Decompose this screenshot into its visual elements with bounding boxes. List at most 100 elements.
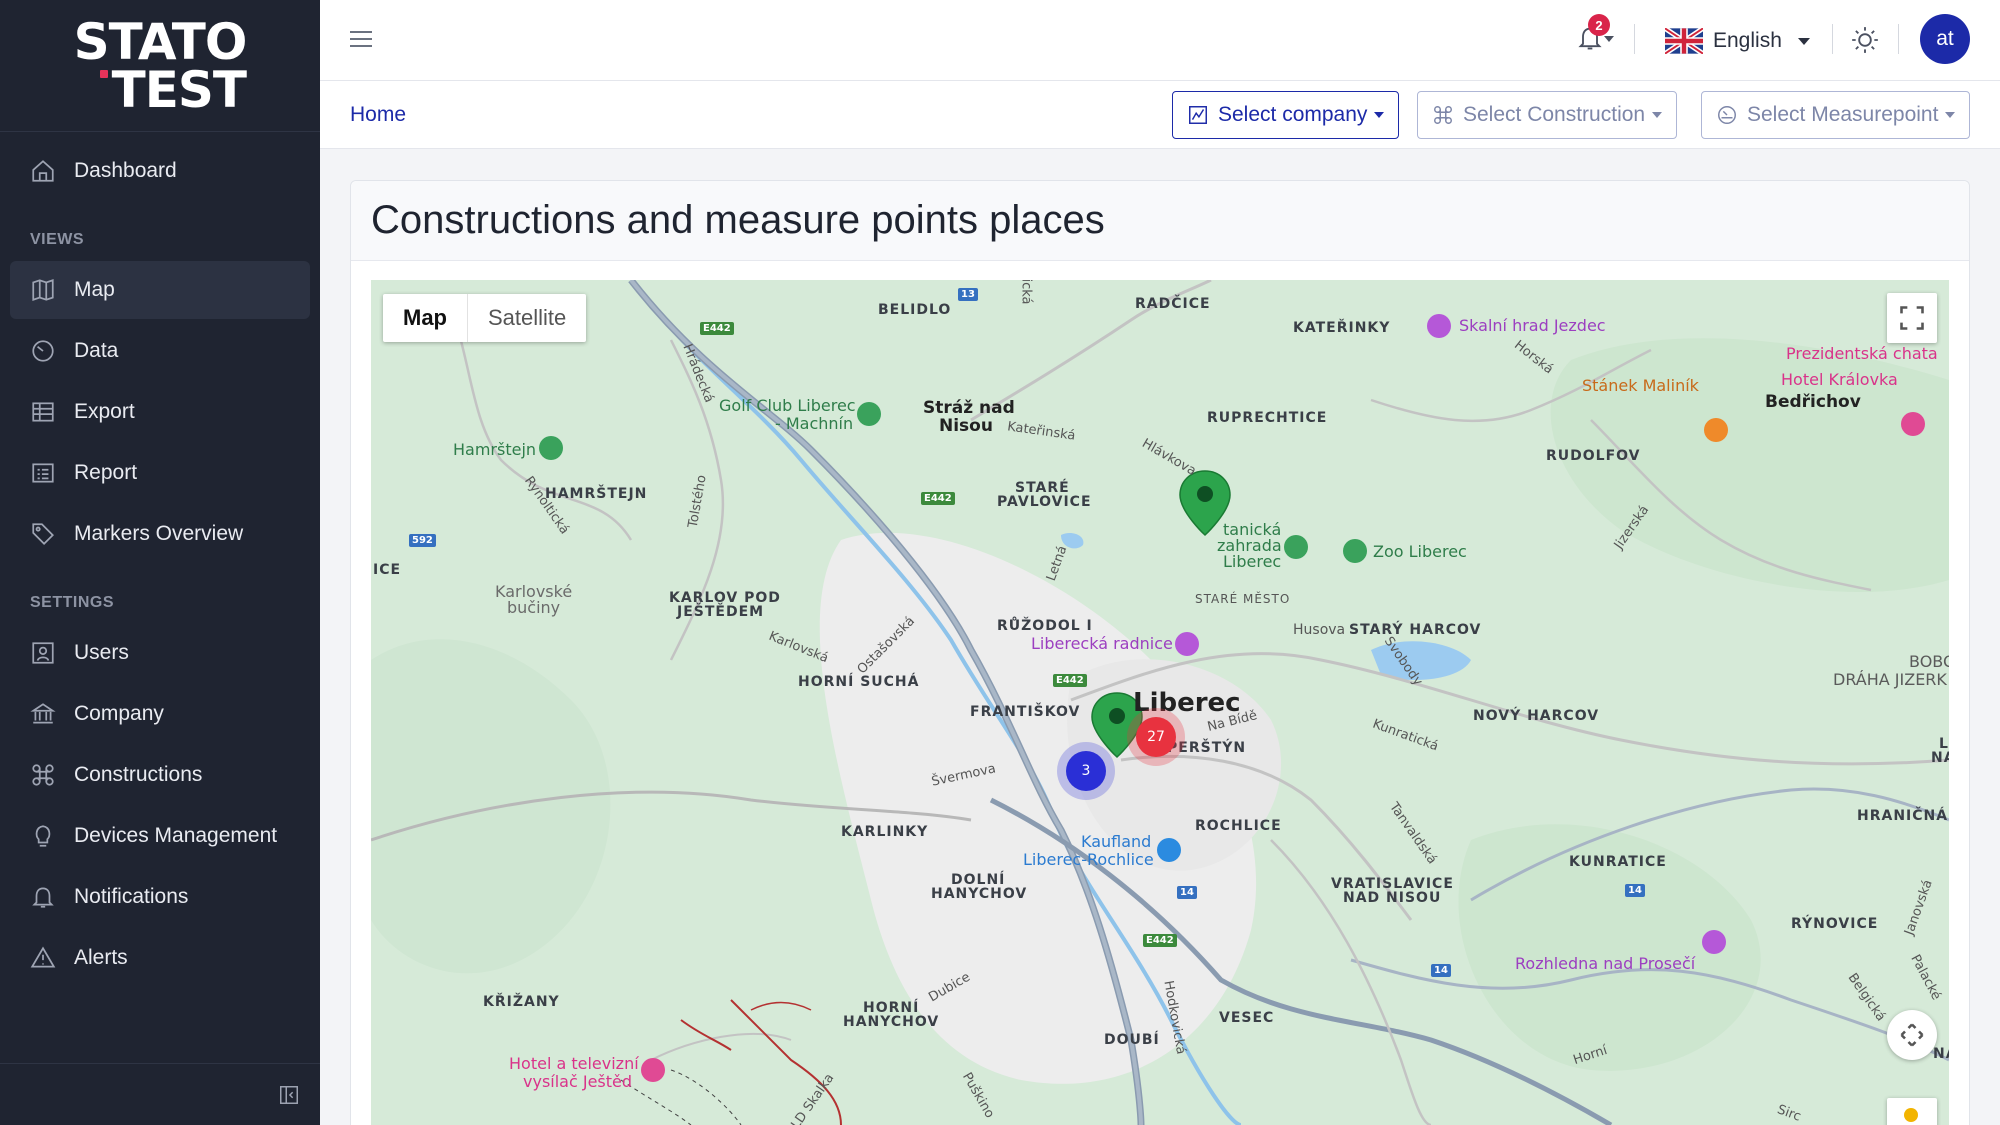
collapse-icon <box>280 1086 298 1104</box>
sidebar-item-data[interactable]: Data <box>10 322 310 380</box>
hamburger-line <box>350 45 372 47</box>
map-label: HAMRŠTEJN <box>545 486 648 502</box>
breadcrumb-home[interactable]: Home <box>350 103 406 127</box>
gauge-icon <box>32 340 54 362</box>
logo[interactable]: STATO TEST <box>0 0 320 132</box>
sidebar-item-label: Devices Management <box>74 824 278 847</box>
map-label: BELIDLO <box>878 302 952 318</box>
map-label: ická <box>1018 280 1034 305</box>
map-label: HORNÍ SUCHÁ <box>798 674 920 690</box>
chevron-down-icon <box>1374 112 1385 118</box>
map-label: Stráž nad <box>923 398 1015 418</box>
map-icon <box>32 279 54 301</box>
map-label: Zoo Liberec <box>1373 542 1467 561</box>
map-label: Nisou <box>939 416 993 436</box>
sidebar-item-label: Company <box>74 702 164 725</box>
map-label: Golf Club Liberec <box>719 396 856 415</box>
map-label: HANYCHOV <box>843 1014 940 1030</box>
map-type-map-button[interactable]: Map <box>383 294 468 342</box>
topbar: 2 English at <box>320 0 2000 81</box>
collapse-sidebar-button[interactable] <box>278 1084 300 1106</box>
sidebar-section-views: VIEWS <box>30 231 85 248</box>
language-selector[interactable]: English <box>1665 24 1810 58</box>
sidebar-item-constructions[interactable]: Constructions <box>10 746 310 804</box>
map-label: VESEC <box>1219 1010 1275 1026</box>
select-company-label: Select company <box>1218 103 1368 126</box>
tag-icon <box>32 523 54 545</box>
sidebar-item-label: Markers Overview <box>74 522 244 545</box>
map-label: RÝNOVICE <box>1791 916 1879 932</box>
map-label: KARLINKY <box>841 824 929 840</box>
map-label: Bedřichov <box>1765 392 1861 412</box>
report-icon <box>32 463 54 483</box>
breadcrumb-bar: Home Select company Select Construction … <box>320 81 2000 149</box>
bell-icon <box>32 887 54 908</box>
map-label: Liberecká radnice <box>1031 634 1173 653</box>
sidebar-item-company[interactable]: Company <box>10 685 310 743</box>
map-label: Liberec <box>1223 552 1282 571</box>
fullscreen-button[interactable] <box>1887 293 1937 343</box>
map-label: RŮŽODOL I <box>997 618 1093 634</box>
sidebar-footer <box>0 1063 320 1125</box>
sidebar-item-export[interactable]: Export <box>10 383 310 441</box>
divider <box>1898 24 1899 54</box>
hamburger-line <box>350 38 372 40</box>
select-construction-dropdown[interactable]: Select Construction <box>1417 91 1678 139</box>
sidebar-section-settings: SETTINGS <box>30 594 115 611</box>
menu-toggle-button[interactable] <box>350 26 372 52</box>
map-label: FRANTIŠKOV <box>970 704 1081 720</box>
road-shield: 14 <box>1625 884 1645 897</box>
notifications-button[interactable]: 2 <box>1576 14 1616 58</box>
map-label: RUDOLFOV <box>1546 448 1641 464</box>
notification-count-badge: 2 <box>1588 14 1610 36</box>
divider <box>1832 24 1833 54</box>
sidebar-item-dashboard[interactable]: Dashboard <box>10 142 310 200</box>
road-shield: 13 <box>958 288 978 301</box>
map-camera-control[interactable] <box>1887 1010 1937 1060</box>
street-view-pegman[interactable] <box>1887 1098 1937 1125</box>
user-avatar[interactable]: at <box>1920 14 1970 64</box>
fullscreen-icon <box>1900 306 1924 330</box>
map-type-satellite-button[interactable]: Satellite <box>468 294 586 342</box>
sidebar-item-markers-overview[interactable]: Markers Overview <box>10 505 310 563</box>
sidebar-item-label: Constructions <box>74 763 203 786</box>
sidebar-item-label: Map <box>74 278 115 301</box>
cluster-count: 27 <box>1136 717 1176 757</box>
marker-cluster-red[interactable]: 27 <box>1127 708 1185 766</box>
map-label: - Machnín <box>775 414 854 433</box>
map-label: JEŠTĚDEM <box>677 604 765 620</box>
map-label: BOBOV <box>1909 652 1949 671</box>
uk-flag-icon <box>1665 28 1703 54</box>
map-label: ICE <box>373 562 402 578</box>
map-canvas[interactable]: BELIDLO RADČICE KATEŘINKY Skalní hrad Je… <box>371 280 1949 1125</box>
road-shield: E442 <box>921 492 955 505</box>
logo-line1: STATO <box>73 12 248 71</box>
sidebar-item-map[interactable]: Map <box>10 261 310 319</box>
gauge-icon <box>1718 106 1736 124</box>
chevron-down-icon <box>1604 36 1614 42</box>
home-icon <box>32 160 54 182</box>
sidebar-item-alerts[interactable]: Alerts <box>10 929 310 987</box>
map-label: Liberec-Rochlice <box>1023 850 1154 869</box>
map-label: STARÝ HARCOV <box>1349 622 1482 638</box>
road-shield: 14 <box>1431 964 1451 977</box>
sidebar-item-users[interactable]: Users <box>10 624 310 682</box>
theme-toggle-button[interactable] <box>1851 26 1879 54</box>
road-shield: E442 <box>700 322 734 335</box>
sidebar-item-devices-management[interactable]: Devices Management <box>10 807 310 865</box>
sidebar-item-label: Notifications <box>74 885 189 908</box>
select-company-dropdown[interactable]: Select company <box>1172 91 1400 139</box>
map-label: Husova <box>1293 622 1346 638</box>
building-columns-icon <box>30 703 56 724</box>
sidebar-item-notifications[interactable]: Notifications <box>10 868 310 926</box>
marker-cluster-blue[interactable]: 3 <box>1057 742 1115 800</box>
select-measurepoint-dropdown[interactable]: Select Measurepoint <box>1701 91 1971 139</box>
map-label: bučiny <box>507 598 561 617</box>
road-shield: E442 <box>1053 674 1087 687</box>
sidebar-item-report[interactable]: Report <box>10 444 310 502</box>
hamburger-line <box>350 31 372 33</box>
cluster-count: 3 <box>1066 751 1106 791</box>
sidebar-item-label: Data <box>74 339 119 362</box>
logo-text: STATO TEST <box>73 12 248 115</box>
map-label: RADČICE <box>1135 296 1211 312</box>
